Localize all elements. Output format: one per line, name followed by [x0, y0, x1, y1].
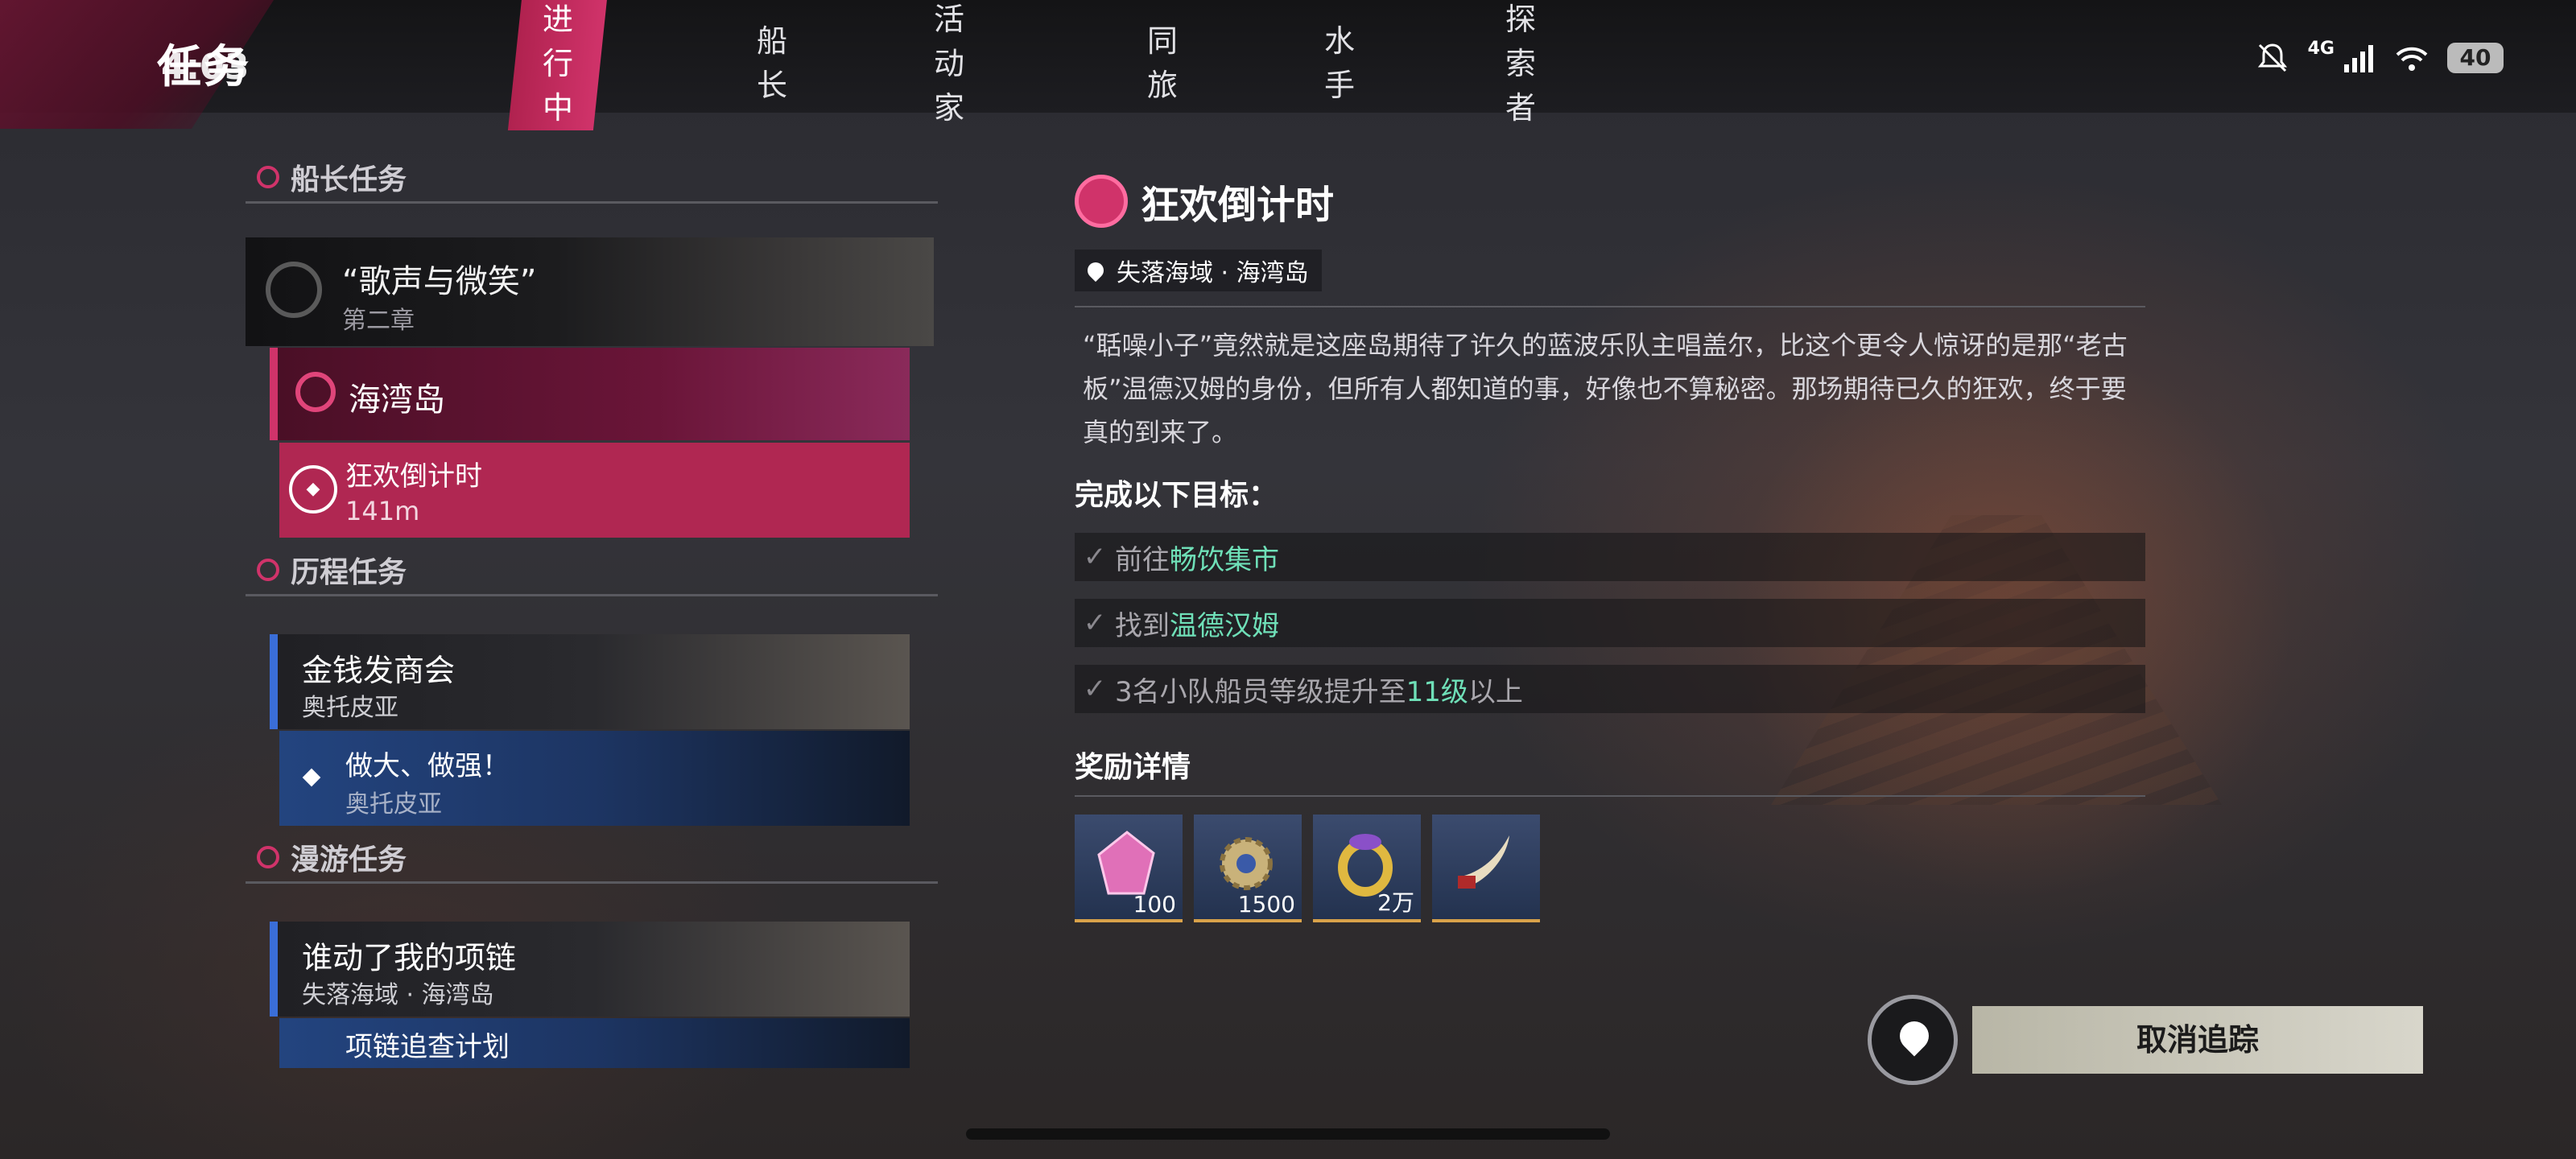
section-captain-quests: 船长任务 [246, 153, 938, 204]
journey-quest-icon [257, 559, 279, 581]
quest-title: 狂欢倒计时 [345, 460, 482, 493]
gear-coin-icon [1220, 837, 1273, 890]
tab-sailor[interactable]: 水手 [1324, 16, 1355, 105]
bell-muted-icon [2255, 40, 2290, 76]
check-icon: ✓ [1083, 607, 1107, 639]
signal-icon [2341, 40, 2376, 76]
quest-description: “聒噪小子”竟然就是这座岛期待了许久的蓝波乐队主唱盖尔，比这个更令人惊讶的是那“… [1083, 330, 2128, 448]
home-indicator[interactable] [966, 1128, 1610, 1140]
chapter-card[interactable]: “歌声与微笑” 第二章 [246, 237, 934, 346]
objective-text-suffix: 以上 [1468, 675, 1523, 708]
chapter-subtitle: 第二章 [342, 307, 415, 335]
location-text: 失落海域 · 海湾岛 [1117, 259, 1309, 287]
tab-in-progress[interactable]: 进行中 [507, 0, 609, 130]
region-label: 海湾岛 [349, 382, 445, 419]
quest-list: 船长任务 “歌声与微笑” 第二章 海湾岛 ◆ 狂欢倒计时 141m 历程任务 金… [246, 153, 938, 1068]
quest-subtitle: 奥托皮亚 [345, 790, 442, 819]
objective-highlight: 11级 [1406, 675, 1468, 708]
horn-icon [1458, 835, 1509, 889]
quest-detail: 狂欢倒计时 失落海域 · 海湾岛 “聒噪小子”竟然就是这座岛期待了许久的蓝波乐队… [1075, 169, 2145, 922]
detail-title: 狂欢倒计时 [1141, 183, 1335, 228]
objective-text: 前往 [1115, 543, 1170, 576]
reward-amount: 2万 [1377, 889, 1414, 916]
top-bar: 任务 4:03 进行中 船长 活动家 同旅 水手 探索者 4G 40 [0, 0, 2576, 130]
tab-activist[interactable]: 活动家 [934, 0, 964, 127]
untrack-button[interactable]: 取消追踪 [1972, 1006, 2423, 1074]
quest-item-active[interactable]: ◆ 狂欢倒计时 141m [279, 443, 910, 538]
section-title: 历程任务 [291, 556, 407, 589]
section-title: 漫游任务 [291, 843, 407, 876]
rewards-list: 100 1500 2万 [1075, 815, 2145, 922]
tracking-pin-button[interactable] [1868, 995, 1958, 1085]
quest-item-roam[interactable]: 谁动了我的项链 失落海域 · 海湾岛 [270, 922, 910, 1017]
pink-crystal-icon [1097, 831, 1155, 895]
quest-title: 金钱发商会 [302, 653, 456, 688]
reward-item[interactable]: 1500 [1194, 815, 1302, 922]
reward-amount: 1500 [1237, 891, 1295, 918]
objective-text: 3名小队船员等级提升至 [1115, 675, 1406, 708]
reward-item[interactable] [1432, 815, 1540, 922]
quest-distance: 141m [345, 496, 420, 526]
tab-explorer[interactable]: 探索者 [1505, 0, 1536, 127]
roam-quest-icon [257, 846, 279, 868]
status-bar: 4G 40 [2255, 38, 2504, 76]
quest-title: 谁动了我的项链 [302, 940, 517, 975]
objective-highlight: 畅饮集市 [1170, 543, 1279, 576]
objectives-title: 完成以下目标： [1075, 479, 1278, 512]
quest-subtitle: 失落海域 · 海湾岛 [302, 981, 494, 1009]
tab-captain[interactable]: 船长 [757, 16, 787, 105]
reward-item[interactable]: 2万 [1313, 815, 1421, 922]
reward-amount: 100 [1133, 891, 1176, 918]
quest-subtitle: 奥托皮亚 [302, 694, 398, 722]
chapter-emblem-icon [266, 262, 322, 318]
reward-item[interactable]: 100 [1075, 815, 1183, 922]
captain-quest-icon [257, 166, 279, 188]
chapter-title: “歌声与微笑” [342, 263, 537, 300]
wifi-icon [2394, 40, 2429, 76]
location-pin-icon [1084, 258, 1108, 283]
location-tag: 失落海域 · 海湾岛 [1075, 250, 1322, 291]
region-emblem-icon [295, 372, 336, 412]
objective-highlight: 温德汉姆 [1170, 609, 1279, 642]
quest-item-journey[interactable]: 金钱发商会 奥托皮亚 [270, 634, 910, 729]
tab-companion[interactable]: 同旅 [1147, 16, 1178, 105]
objective-item: ✓ 前往 畅饮集市 [1075, 533, 2145, 581]
objective-item: ✓ 3名小队船员等级提升至 11级 以上 [1075, 665, 2145, 713]
objective-item: ✓ 找到 温德汉姆 [1075, 599, 2145, 647]
tracking-diamond-icon: ◆ [289, 465, 337, 514]
section-roam-quests: 漫游任务 [246, 833, 938, 884]
quest-title: 做大、做强！ [345, 750, 510, 782]
clock: 4:03 [161, 47, 250, 88]
section-title: 船长任务 [291, 163, 407, 196]
battery-indicator: 40 [2447, 43, 2504, 73]
section-roam-quests-wrap: 漫游任务 [246, 833, 938, 884]
section-journey-quests: 历程任务 [246, 546, 938, 596]
map-pin-icon [1893, 1015, 1935, 1057]
quest-emblem-icon [1075, 175, 1128, 228]
quest-title: 项链追查计划 [345, 1031, 510, 1063]
detail-header: 狂欢倒计时 [1075, 169, 2145, 233]
objective-text: 找到 [1115, 609, 1170, 642]
quest-subitem-roam[interactable]: 项链追查计划 [279, 1018, 910, 1068]
quest-subitem-journey[interactable]: 做大、做强！ 奥托皮亚 [279, 731, 910, 826]
region-card[interactable]: 海湾岛 [270, 348, 910, 440]
section-journey-quests-wrap: 历程任务 [246, 546, 938, 596]
rewards-title: 奖励详情 [1075, 744, 2145, 797]
divider [1075, 306, 2145, 307]
check-icon: ✓ [1083, 673, 1107, 705]
diamond-bullet-icon [302, 768, 321, 787]
check-icon: ✓ [1083, 541, 1107, 573]
network-label: 4G [2307, 38, 2334, 59]
